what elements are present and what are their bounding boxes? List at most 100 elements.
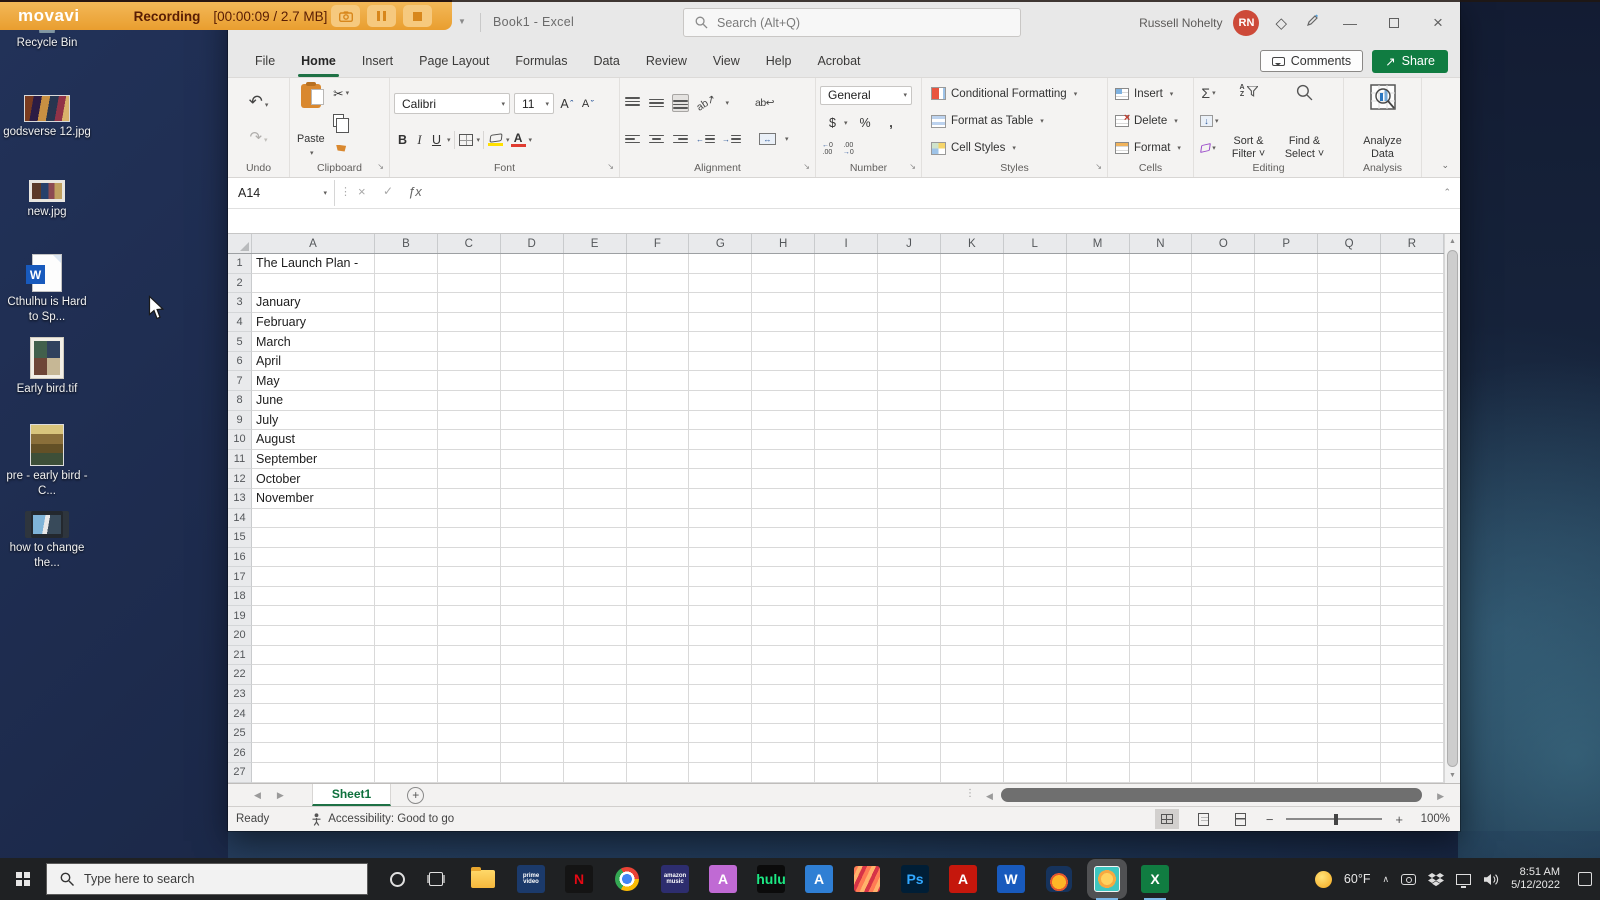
cell-O8[interactable] (1192, 391, 1256, 411)
cell-O13[interactable] (1192, 488, 1256, 509)
cell-G4[interactable] (689, 312, 753, 333)
cell-P23[interactable] (1255, 684, 1319, 705)
cell-M8[interactable] (1066, 391, 1130, 411)
cell-O5[interactable] (1192, 332, 1256, 352)
cell-O11[interactable] (1192, 449, 1256, 470)
row-header-23[interactable]: 23 (228, 684, 252, 705)
cell-A25[interactable] (252, 723, 375, 744)
cortana-button[interactable] (390, 871, 405, 887)
cell-H26[interactable] (752, 743, 816, 764)
desktop-icon-how-to-change-the[interactable]: how to change the... (0, 511, 94, 570)
cell-I11[interactable] (815, 449, 878, 470)
cell-N25[interactable] (1129, 723, 1193, 744)
cell-M10[interactable] (1066, 430, 1130, 450)
cell-O18[interactable] (1192, 586, 1256, 607)
cell-P3[interactable] (1255, 293, 1319, 313)
cell-E2[interactable] (563, 273, 627, 294)
cell-P19[interactable] (1255, 606, 1319, 626)
cell-C25[interactable] (437, 723, 501, 744)
cell-I12[interactable] (815, 469, 878, 489)
cell-M3[interactable] (1066, 293, 1130, 313)
format-as-table-button[interactable]: Format as Table ▾ (931, 112, 1103, 131)
cell-Q27[interactable] (1318, 763, 1381, 783)
taskbar-photoshop[interactable]: Ps (901, 865, 929, 893)
page-layout-view-button[interactable] (1192, 809, 1216, 829)
cell-D4[interactable] (500, 312, 564, 333)
cell-K16[interactable] (940, 547, 1004, 568)
cell-H3[interactable] (752, 293, 816, 313)
cell-M6[interactable] (1066, 351, 1130, 372)
cell-P11[interactable] (1255, 449, 1319, 470)
cell-L27[interactable] (1003, 763, 1067, 783)
cell-J12[interactable] (878, 469, 941, 489)
cell-R25[interactable] (1381, 723, 1444, 744)
cell-H18[interactable] (752, 586, 816, 607)
cell-P15[interactable] (1255, 528, 1319, 548)
cell-A17[interactable] (252, 567, 375, 587)
cell-O6[interactable] (1192, 351, 1256, 372)
cell-L11[interactable] (1003, 449, 1067, 470)
cell-P21[interactable] (1255, 645, 1319, 666)
cell-P1[interactable] (1255, 254, 1319, 274)
cell-Q18[interactable] (1318, 586, 1381, 607)
cell-N18[interactable] (1129, 586, 1193, 607)
cell-O12[interactable] (1192, 469, 1256, 489)
cell-M18[interactable] (1066, 586, 1130, 607)
cell-N1[interactable] (1129, 254, 1193, 274)
column-header-Q[interactable]: Q (1318, 234, 1381, 253)
cell-J11[interactable] (878, 449, 941, 470)
horizontal-scrollbar[interactable] (1001, 788, 1426, 802)
cell-I1[interactable] (815, 254, 878, 274)
cell-Q9[interactable] (1318, 410, 1381, 431)
cell-L17[interactable] (1003, 567, 1067, 587)
cell-E20[interactable] (563, 625, 627, 646)
insert-function-icon[interactable]: ƒx (408, 184, 422, 199)
wrap-text-button[interactable]: ab↩ (755, 94, 774, 112)
cell-C21[interactable] (437, 645, 501, 666)
cell-B21[interactable] (375, 645, 438, 666)
column-header-P[interactable]: P (1255, 234, 1319, 253)
taskbar-mail-orb[interactable] (1045, 865, 1073, 893)
cell-H5[interactable] (752, 332, 816, 352)
pause-button[interactable] (367, 5, 396, 27)
network-display-icon[interactable] (1456, 873, 1472, 888)
cell-B4[interactable] (375, 312, 438, 333)
accessibility-status[interactable]: Accessibility: Good to go (328, 813, 454, 825)
align-top-button[interactable] (624, 94, 641, 112)
cell-H17[interactable] (752, 567, 816, 587)
row-header-24[interactable]: 24 (228, 704, 252, 724)
cell-B17[interactable] (375, 567, 438, 587)
column-header-D[interactable]: D (501, 234, 564, 253)
cell-M12[interactable] (1066, 469, 1130, 489)
comma-style-button[interactable]: , (883, 114, 900, 132)
cell-D23[interactable] (500, 684, 564, 705)
cell-D5[interactable] (500, 332, 564, 352)
cell-I2[interactable] (815, 273, 878, 294)
cell-H22[interactable] (752, 665, 816, 685)
cell-H23[interactable] (752, 684, 816, 705)
cell-C10[interactable] (437, 430, 501, 450)
cell-J18[interactable] (878, 586, 941, 607)
cell-G14[interactable] (689, 508, 753, 529)
cell-R18[interactable] (1381, 586, 1444, 607)
cell-A21[interactable] (252, 645, 375, 666)
cell-G13[interactable] (689, 488, 753, 509)
desktop-icon-early-bird-tif[interactable]: Early bird.tif (0, 337, 94, 397)
cell-H10[interactable] (752, 430, 816, 450)
cell-R10[interactable] (1381, 430, 1444, 450)
cell-D6[interactable] (500, 351, 564, 372)
font-launcher-icon[interactable]: ↘ (607, 159, 614, 174)
cell-L7[interactable] (1003, 371, 1067, 392)
cell-C6[interactable] (437, 351, 501, 372)
cell-B26[interactable] (375, 743, 438, 764)
cell-D21[interactable] (500, 645, 564, 666)
cell-A7[interactable]: May (252, 371, 375, 392)
cell-N24[interactable] (1129, 704, 1193, 724)
cell-O1[interactable] (1192, 254, 1256, 274)
cell-E10[interactable] (563, 430, 627, 450)
cell-R7[interactable] (1381, 371, 1444, 392)
cell-F14[interactable] (626, 508, 690, 529)
cell-K11[interactable] (940, 449, 1004, 470)
cell-K24[interactable] (940, 704, 1004, 724)
cell-J13[interactable] (878, 488, 941, 509)
